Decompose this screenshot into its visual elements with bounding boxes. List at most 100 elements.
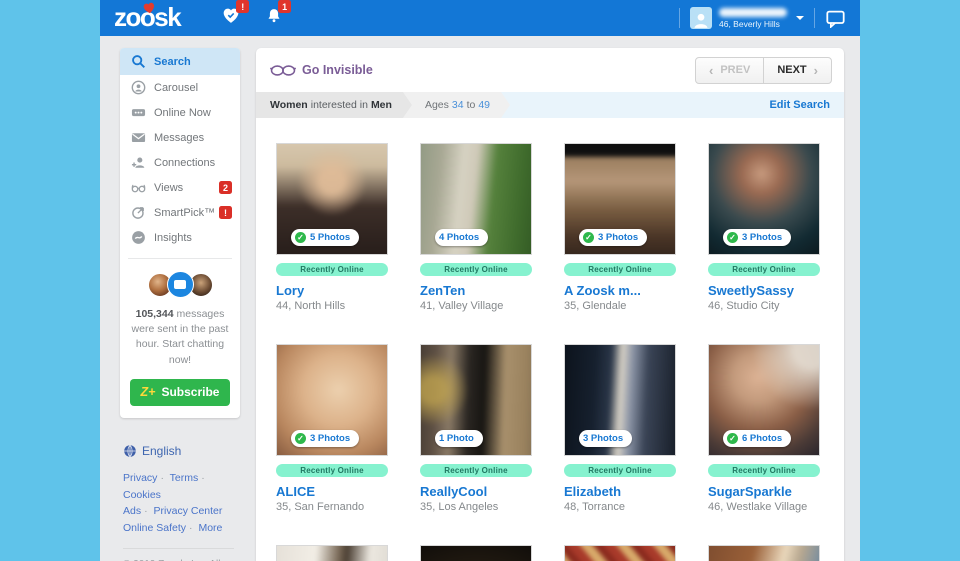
chevron-down-icon [796, 16, 804, 24]
user-age-location: 46, Beverly Hills [719, 19, 780, 29]
user-menu[interactable]: 46, Beverly Hills [690, 7, 804, 29]
promo-text: 105,344 messages were sent in the past h… [129, 307, 231, 368]
profile-name-link[interactable]: ZenTen [420, 283, 532, 298]
age-to-value[interactable]: 49 [478, 99, 490, 111]
heart-badge: ! [236, 0, 249, 13]
profile-photo[interactable]: 3 Photos [564, 344, 676, 456]
go-invisible-button[interactable]: Go Invisible [270, 63, 373, 77]
photos-count-pill: 3 Photos [579, 430, 632, 447]
sidebar-item-label: Connections [154, 157, 215, 169]
insights-icon [131, 230, 146, 245]
sidebar-item-search[interactable]: Search [120, 48, 240, 75]
profile-card: 4 Photos Recently Online ZenTen 41, Vall… [420, 143, 532, 312]
filter-gender-tab[interactable]: Women interested in Men [256, 92, 412, 118]
connections-icon [131, 155, 146, 170]
link-ads[interactable]: Ads [123, 505, 151, 517]
profile-name-link[interactable]: Lory [276, 283, 388, 298]
photos-count-pill: ✓3 Photos [579, 229, 647, 246]
link-more[interactable]: More [198, 522, 222, 534]
messages-icon [131, 130, 146, 145]
profile-age-location: 35, San Fernando [276, 501, 388, 513]
status-badge: Recently Online [564, 263, 676, 276]
profile-name-link[interactable]: ReallyCool [420, 484, 532, 499]
divider [123, 548, 234, 549]
profile-photo[interactable] [708, 545, 820, 561]
profile-age-location: 44, North Hills [276, 300, 388, 312]
profiles-grid: ✓5 Photos Recently Online Lory 44, North… [256, 118, 844, 561]
profile-photo[interactable]: ✓3 Photos [708, 143, 820, 255]
profile-card: ✓5 Photos Recently Online Lory 44, North… [276, 143, 388, 312]
user-name-blurred [719, 8, 787, 17]
link-cookies[interactable]: Cookies [123, 489, 161, 501]
verified-check-icon: ✓ [295, 232, 306, 243]
status-badge: Recently Online [420, 464, 532, 477]
filter-ages-tab[interactable]: Ages 34 to 49 [403, 92, 510, 118]
status-badge: Recently Online [420, 263, 532, 276]
profile-card: ✓3 Photos Recently Online SweetlySassy 4… [708, 143, 820, 312]
avatar [690, 7, 712, 29]
photos-count-pill: 4 Photos [435, 229, 488, 246]
profile-photo[interactable]: ✓5 Photos [276, 143, 388, 255]
sidebar-badge: ! [219, 206, 232, 219]
sidebar-footer: English Privacy Terms Cookies Ads Privac… [120, 418, 240, 561]
profile-photo[interactable]: ✓3 Photos [276, 344, 388, 456]
sidebar-item-label: Insights [154, 232, 192, 244]
sidebar-item-smartpick[interactable]: SmartPick™ ! [120, 200, 240, 225]
profile-age-location: 35, Los Angeles [420, 501, 532, 513]
language-selector[interactable]: English [123, 444, 240, 458]
link-privacy[interactable]: Privacy [123, 472, 167, 484]
top-bar: zoosk ! 1 46, Beverly Hills [100, 0, 860, 36]
profile-name-link[interactable]: SweetlySassy [708, 283, 820, 298]
photos-count-pill: ✓6 Photos [723, 430, 791, 447]
profile-photo[interactable] [276, 545, 388, 561]
sidebar-item-views[interactable]: Views 2 [120, 175, 240, 200]
status-badge: Recently Online [276, 263, 388, 276]
subscribe-button[interactable]: Z+ Subscribe [130, 379, 230, 406]
age-from-value[interactable]: 34 [452, 99, 464, 111]
verified-check-icon: ✓ [295, 433, 306, 444]
promo-avatars-illustration [129, 271, 231, 298]
link-terms[interactable]: Terms [170, 472, 208, 484]
sidebar-item-connections[interactable]: Connections [120, 150, 240, 175]
sidebar-item-insights[interactable]: Insights [120, 225, 240, 250]
zoosk-logo[interactable]: zoosk [114, 5, 180, 32]
bell-icon [266, 11, 282, 28]
verified-check-icon: ✓ [727, 232, 738, 243]
profile-photo[interactable]: ✓6 Photos [708, 344, 820, 456]
photos-count-pill: ✓3 Photos [291, 430, 359, 447]
profile-name-link[interactable]: Elizabeth [564, 484, 676, 499]
profile-photo[interactable] [420, 545, 532, 561]
bell-notifications-button[interactable]: 1 [266, 7, 282, 29]
profile-photo[interactable] [564, 545, 676, 561]
profile-photo[interactable]: ✓3 Photos [564, 143, 676, 255]
prev-button[interactable]: ‹PREV [695, 57, 764, 84]
profile-photo[interactable]: 4 Photos [420, 143, 532, 255]
globe-icon [123, 444, 137, 458]
carousel-icon [131, 80, 146, 95]
profile-name-link[interactable]: A Zoosk m... [564, 283, 676, 298]
divider [679, 8, 680, 28]
profile-name-link[interactable]: ALICE [276, 484, 388, 499]
sidebar-item-carousel[interactable]: Carousel [120, 75, 240, 100]
language-label: English [142, 444, 181, 458]
sidebar-badge: 2 [219, 181, 232, 194]
sidebar-item-label: Messages [154, 132, 204, 144]
zoosk-plus-icon: Z+ [141, 385, 156, 399]
sidebar-item-messages[interactable]: Messages [120, 125, 240, 150]
chat-button[interactable] [825, 9, 846, 28]
bell-badge: 1 [278, 0, 291, 13]
sidebar-item-online-now[interactable]: Online Now [120, 100, 240, 125]
edit-search-link[interactable]: Edit Search [769, 99, 844, 111]
profile-card: ✓3 Photos Recently Online A Zoosk m... 3… [564, 143, 676, 312]
chat-bubble-icon [167, 271, 194, 298]
profile-photo[interactable]: 1 Photo [420, 344, 532, 456]
link-privacy-center[interactable]: Privacy Center [154, 505, 223, 517]
heart-notifications-button[interactable]: ! [222, 7, 240, 29]
divider [814, 8, 815, 28]
status-badge: Recently Online [708, 263, 820, 276]
profile-name-link[interactable]: SugarSparkle [708, 484, 820, 499]
link-online-safety[interactable]: Online Safety [123, 522, 196, 534]
search-results-panel: Go Invisible ‹PREV NEXT› Women intereste… [256, 48, 844, 561]
next-button[interactable]: NEXT› [763, 57, 832, 84]
profile-age-location: 48, Torrance [564, 501, 676, 513]
